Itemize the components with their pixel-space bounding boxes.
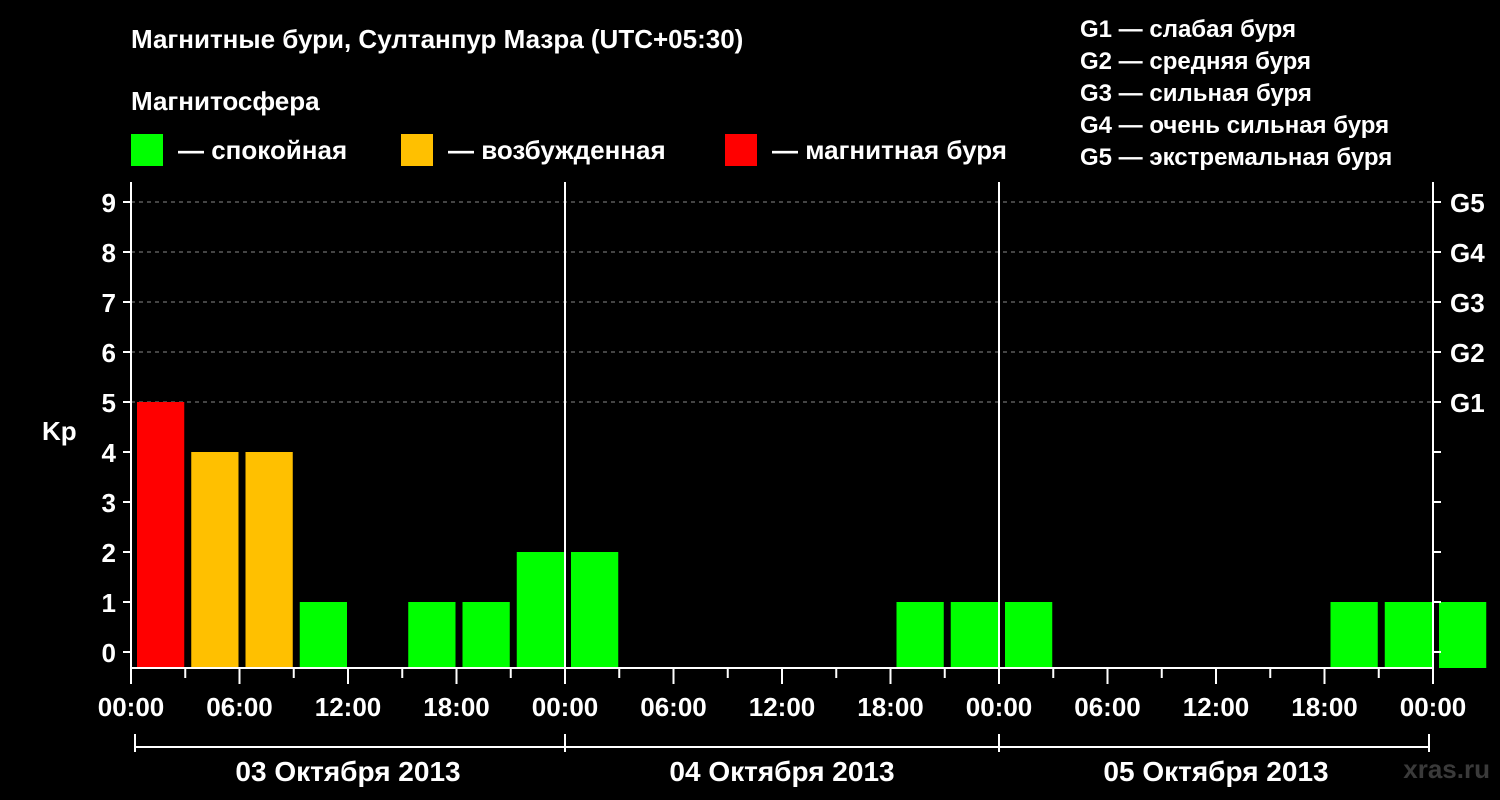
- y-tick-label: 1: [102, 588, 116, 618]
- day-label: 05 Октября 2013: [1103, 756, 1328, 787]
- kp-bar: [137, 402, 185, 668]
- g-axis-label: G1: [1450, 388, 1485, 418]
- x-tick-label: 00:00: [966, 692, 1033, 722]
- x-tick-label: 18:00: [423, 692, 490, 722]
- x-tick-label: 00:00: [98, 692, 165, 722]
- y-tick-label: 2: [102, 538, 116, 568]
- kp-bar: [1330, 602, 1378, 668]
- x-tick-label: 00:00: [532, 692, 599, 722]
- kp-bar: [191, 452, 239, 668]
- x-tick-label: 06:00: [1074, 692, 1141, 722]
- x-tick-label: 12:00: [315, 692, 382, 722]
- g-axis-label: G5: [1450, 188, 1485, 218]
- kp-bar: [462, 602, 510, 668]
- g-axis-label: G3: [1450, 288, 1485, 318]
- day-label: 03 Октября 2013: [235, 756, 460, 787]
- x-tick-label: 18:00: [1291, 692, 1358, 722]
- kp-bar: [1005, 602, 1053, 668]
- kp-bar: [896, 602, 944, 668]
- y-tick-label: 0: [102, 638, 116, 668]
- x-tick-label: 06:00: [206, 692, 273, 722]
- y-tick-label: 5: [102, 388, 116, 418]
- y-axis-title: Kp: [42, 416, 77, 446]
- y-tick-label: 9: [102, 188, 116, 218]
- x-tick-label: 12:00: [1183, 692, 1250, 722]
- kp-bar: [516, 552, 564, 668]
- kp-bar: [1384, 602, 1432, 668]
- kp-chart: 0 1 2 3 4 5 6 7 8 9 G1 G2 G3 G4 G5 Kp 00:00 06:00 12:00 18:…: [42, 182, 1487, 787]
- kp-bar: [571, 552, 619, 668]
- x-tick-label: 06:00: [640, 692, 707, 722]
- kp-bar: [950, 602, 998, 668]
- y-tick-label: 6: [102, 338, 116, 368]
- g-axis-label: G4: [1450, 238, 1485, 268]
- kp-bar: [245, 452, 293, 668]
- g-axis-label: G2: [1450, 338, 1485, 368]
- kp-bar: [299, 602, 347, 668]
- kp-bar: [1439, 602, 1487, 668]
- y-tick-label: 3: [102, 488, 116, 518]
- watermark: xras.ru: [1403, 754, 1490, 784]
- x-tick-label: 00:00: [1400, 692, 1467, 722]
- x-tick-label: 12:00: [749, 692, 816, 722]
- day-label: 04 Октября 2013: [669, 756, 894, 787]
- x-tick-label: 18:00: [857, 692, 924, 722]
- y-tick-label: 7: [102, 288, 116, 318]
- kp-bar: [408, 602, 456, 668]
- y-tick-label: 4: [102, 438, 117, 468]
- y-tick-label: 8: [102, 238, 116, 268]
